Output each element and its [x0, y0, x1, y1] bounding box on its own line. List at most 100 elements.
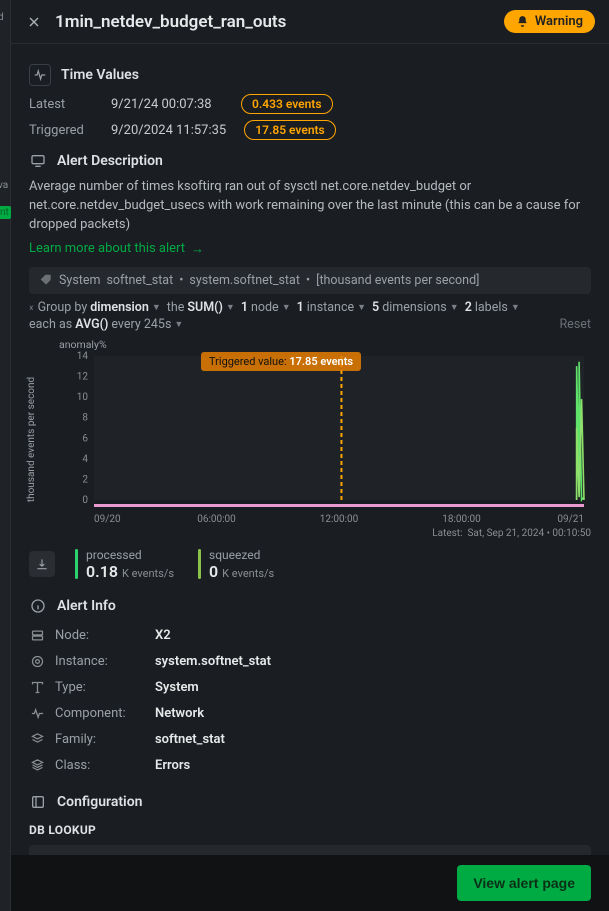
svg-text:4: 4: [82, 453, 88, 464]
ctx-units: [thousand events per second]: [316, 273, 479, 288]
triggered-marker-badge: Triggered value: 17.85 events: [201, 352, 361, 371]
alert-info-heading: Alert Info: [29, 597, 591, 615]
config-icon: [29, 793, 47, 811]
description-text: Average number of times ksoftirq ran out…: [29, 178, 591, 235]
view-alert-page-button[interactable]: View alert page: [457, 865, 591, 901]
configuration-title: Configuration: [57, 794, 142, 810]
chevron-down-icon: ▼: [174, 319, 183, 330]
info-row: Type: System: [29, 675, 591, 701]
close-icon[interactable]: [25, 13, 43, 31]
db-lookup-title: DB LOOKUP: [29, 823, 591, 837]
info-label: Node:: [55, 628, 145, 643]
legend-unit: K events/s: [122, 567, 174, 580]
instance-icon: [29, 654, 45, 670]
latest-row: Latest 9/21/24 00:07:38 0.433 events: [29, 94, 591, 114]
info-value: System: [155, 680, 199, 695]
legend-name: processed: [86, 548, 174, 562]
info-value: Network: [155, 706, 204, 721]
bg-tab-2: va: [0, 180, 8, 191]
svg-text:6: 6: [82, 433, 88, 444]
triggered-label: Triggered: [29, 123, 93, 138]
y-axis-title: thousand events per second: [25, 360, 39, 520]
legend-value: 0.18: [86, 562, 118, 581]
svg-text:09/20: 09/20: [94, 514, 121, 525]
query-config-row-2: each as AVG() every 245s ▼ Reset: [29, 317, 591, 332]
info-value: system.softnet_stat: [155, 654, 271, 669]
chevron-down-icon: ▼: [226, 302, 235, 313]
chart-container[interactable]: anomaly% thousand events per second 0246…: [29, 338, 591, 528]
info-label: Instance:: [55, 654, 145, 669]
info-row: Component: Network: [29, 701, 591, 727]
type-icon: [29, 680, 45, 696]
tag-icon: [39, 273, 53, 287]
info-value: softnet_stat: [155, 732, 225, 747]
background-sidebar: d va nt: [0, 0, 11, 911]
triggered-value-pill: 17.85 events: [244, 120, 336, 140]
svg-text:2: 2: [82, 474, 88, 485]
info-row: Instance: system.softnet_stat: [29, 649, 591, 675]
server-icon: [29, 628, 45, 644]
svg-text:10: 10: [77, 392, 89, 403]
legend-item[interactable]: squeezed 0 K events/s: [198, 548, 274, 581]
svg-text:12:00:00: 12:00:00: [320, 514, 359, 525]
svg-text:06:00:00: 06:00:00: [197, 514, 236, 525]
anomaly-label: anomaly%: [59, 338, 107, 351]
dimensions-selector[interactable]: 5 dimensions ▼: [372, 300, 459, 315]
svg-text:09/21: 09/21: [557, 514, 584, 525]
chart-latest-caption: Latest: Sat, Sep 21, 2024 • 00:10:50: [432, 528, 591, 539]
time-values-title: Time Values: [61, 67, 139, 83]
triggered-timestamp: 9/20/2024 11:57:35: [111, 123, 226, 138]
alert-info-title: Alert Info: [57, 598, 116, 614]
latest-timestamp: 9/21/24 00:07:38: [111, 97, 223, 112]
svg-text:18:00:00: 18:00:00: [442, 514, 481, 525]
group-icon: ›‹: [29, 301, 32, 314]
triggered-row: Triggered 9/20/2024 11:57:35 17.85 event…: [29, 120, 591, 140]
ctx-system: System: [59, 273, 100, 288]
info-label: Family:: [55, 732, 145, 747]
info-icon: [29, 597, 47, 615]
download-icon[interactable]: [29, 551, 55, 577]
warning-label: Warning: [535, 14, 583, 29]
chart-context-bar[interactable]: System softnet_stat • system.softnet_sta…: [29, 267, 591, 294]
time-values-heading: Time Values: [29, 64, 591, 86]
panel-header: 1min_netdev_budget_ran_outs Warning: [11, 0, 609, 44]
chevron-down-icon: ▼: [450, 302, 459, 313]
legend-value: 0: [209, 562, 218, 581]
learn-more-label: Learn more about this alert: [29, 241, 185, 256]
chevron-down-icon: ▼: [511, 302, 520, 313]
labels-selector[interactable]: 2 labels ▼: [465, 300, 520, 315]
description-heading: Alert Description: [29, 152, 591, 170]
chevron-down-icon: ▼: [282, 302, 291, 313]
latest-value-pill: 0.433 events: [241, 94, 333, 114]
legend-name: squeezed: [209, 548, 274, 562]
info-label: Class:: [55, 758, 145, 773]
bell-icon: [516, 15, 529, 28]
legend-color-bar: [75, 549, 78, 579]
learn-more-link[interactable]: Learn more about this alert →: [29, 241, 204, 257]
svg-text:8: 8: [82, 412, 88, 423]
info-row: Family: softnet_stat: [29, 727, 591, 753]
alert-info-grid: Node: X2 Instance: system.softnet_stat T…: [29, 623, 591, 779]
arrow-right-icon: →: [191, 241, 204, 257]
description-title: Alert Description: [57, 153, 163, 169]
panel-footer: View alert page: [11, 855, 609, 911]
monitor-icon: [29, 152, 47, 170]
chevron-down-icon: ▼: [357, 302, 366, 313]
component-icon: [29, 706, 45, 722]
info-row: Node: X2: [29, 623, 591, 649]
aggregation-selector[interactable]: the SUM() ▼: [167, 300, 235, 315]
bg-tab-3: nt: [0, 206, 11, 219]
reset-button[interactable]: Reset: [559, 317, 591, 332]
node-selector[interactable]: 1 node ▼: [241, 300, 291, 315]
instance-selector[interactable]: 1 instance ▼: [297, 300, 366, 315]
each-as-selector[interactable]: each as AVG() every 245s ▼: [29, 317, 183, 332]
svg-text:14: 14: [77, 351, 89, 362]
warning-badge: Warning: [504, 10, 595, 33]
legend-unit: K events/s: [222, 567, 274, 580]
legend-item[interactable]: processed 0.18 K events/s: [75, 548, 174, 581]
info-value: X2: [155, 628, 171, 643]
group-by-selector[interactable]: Group by dimension ▼: [38, 300, 161, 315]
class-icon: [29, 758, 45, 774]
ctx-chart-id: system.softnet_stat: [189, 273, 300, 288]
configuration-heading: Configuration: [29, 793, 591, 811]
